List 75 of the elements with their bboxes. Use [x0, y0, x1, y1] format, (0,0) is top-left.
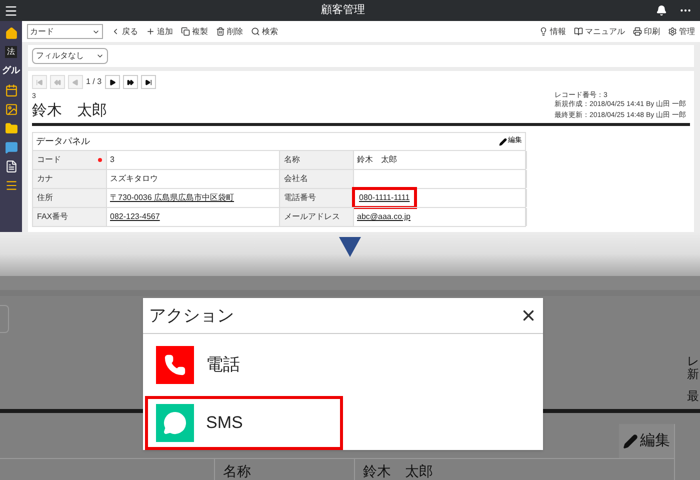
printer-icon [633, 27, 642, 36]
sidebar-item[interactable]: 法 [5, 46, 17, 58]
rewind-icon [54, 78, 61, 86]
field-link[interactable]: abc@aaa.co.jp [357, 211, 410, 223]
required-mark [98, 158, 102, 162]
previous-icon [72, 78, 79, 86]
field-label: 住所 [37, 192, 53, 204]
copy-icon [181, 27, 190, 36]
toolbar-button[interactable]: 戻る [111, 26, 138, 38]
toolbar-button[interactable]: 検索 [251, 26, 278, 38]
menu-icon[interactable] [4, 4, 18, 18]
record-meta: 最 [687, 390, 700, 403]
pencil-icon [623, 434, 638, 448]
trash-icon [216, 27, 225, 36]
field-value: 3 [110, 154, 114, 166]
field-link[interactable]: 080-1111-1111 [352, 187, 417, 209]
bell-icon[interactable] [656, 5, 667, 16]
book-icon [574, 27, 583, 36]
pager-button[interactable] [122, 75, 138, 89]
action-item[interactable]: 電話 [145, 338, 343, 392]
action-item[interactable]: SMS [145, 396, 343, 450]
toolbar-button[interactable]: 複製 [181, 26, 208, 38]
record-meta: レ [687, 355, 700, 368]
field-link[interactable]: 〒730-0036 広島県広島市中区袋町 [110, 192, 234, 204]
home-icon[interactable] [4, 27, 18, 40]
pager-button[interactable] [140, 75, 156, 89]
toolbar-button[interactable]: 削除 [216, 26, 243, 38]
phone-icon [156, 346, 194, 384]
pager-button[interactable] [104, 75, 120, 89]
lightbulb-icon [539, 27, 548, 36]
toolbar-button[interactable]: 印刷 [633, 26, 660, 38]
field-label: 会社名 [284, 173, 308, 185]
field-value: スズキタロウ [110, 173, 158, 185]
down-arrow-icon [339, 237, 361, 257]
caret-icon [96, 52, 104, 60]
record-name: 鈴木 太郎 [32, 102, 107, 120]
select-field [0, 305, 9, 333]
chat-bubble-icon [156, 404, 194, 442]
toolbar-button[interactable]: マニュアル [574, 26, 625, 38]
back-icon [111, 27, 120, 36]
chat-icon[interactable] [4, 140, 18, 154]
field-label: 名称 [223, 463, 251, 479]
field-label: コード [37, 154, 61, 166]
field-link[interactable]: 082-123-4567 [110, 211, 160, 223]
first-icon [36, 78, 43, 86]
next-icon [108, 78, 116, 86]
field-label: 電話番号 [284, 192, 316, 204]
folder-icon[interactable] [4, 122, 18, 134]
toolbar-button[interactable]: 追加 [146, 26, 173, 38]
search-icon [251, 27, 260, 36]
last-icon [144, 78, 152, 86]
toolbar-button[interactable]: 管理 [668, 26, 695, 38]
field-label: 名称 [284, 154, 300, 166]
filter-select[interactable]: フィルタなし [32, 48, 108, 64]
panel-title: データパネル [36, 134, 90, 148]
calendar-icon[interactable] [4, 84, 18, 96]
window-title: 顧客管理 [320, 2, 366, 18]
plus-icon [146, 27, 155, 36]
pencil-icon [499, 138, 507, 146]
pager-position: 1 / 3 [86, 76, 102, 88]
toolbar-button[interactable]: 情報 [539, 26, 566, 38]
sidebar-item[interactable]: グル [2, 64, 20, 78]
settings-icon [668, 27, 677, 36]
edit-button[interactable]: 編集 [619, 424, 674, 458]
dialog-title: アクション [149, 304, 234, 327]
field-label: メールアドレス [284, 211, 340, 223]
fast-forward-icon [126, 78, 134, 86]
image-icon[interactable] [4, 102, 18, 116]
field-value: 鈴木 太郎 [357, 154, 397, 166]
field-label: FAX番号 [37, 211, 68, 223]
field-label: カナ [37, 173, 53, 185]
list-icon[interactable] [4, 178, 18, 192]
document-icon[interactable] [4, 160, 18, 172]
record-meta: 新 [687, 368, 700, 381]
view-select[interactable]: カード [27, 24, 103, 39]
